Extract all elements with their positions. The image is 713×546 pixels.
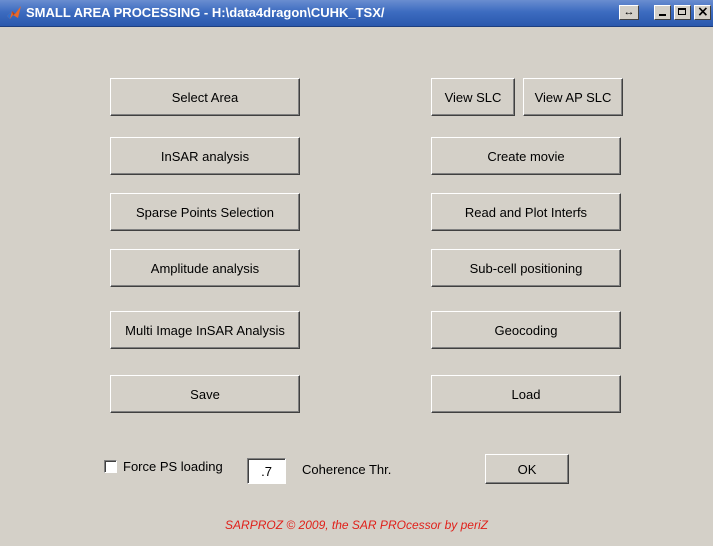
view-slc-button[interactable]: View SLC [431, 78, 515, 116]
multi-image-insar-button[interactable]: Multi Image InSAR Analysis [110, 311, 300, 349]
sub-cell-positioning-button[interactable]: Sub-cell positioning [431, 249, 621, 287]
footer-credit: SARPROZ © 2009, the SAR PROcessor by per… [225, 518, 488, 532]
main-window: SMALL AREA PROCESSING - H:\data4dragon\C… [0, 0, 713, 546]
read-plot-interfs-button[interactable]: Read and Plot Interfs [431, 193, 621, 231]
coherence-threshold-label: Coherence Thr. [302, 462, 392, 477]
force-ps-loading-label: Force PS loading [123, 459, 223, 474]
load-button[interactable]: Load [431, 375, 621, 413]
coherence-threshold-input[interactable] [247, 458, 286, 484]
close-button[interactable]: × [694, 4, 711, 20]
matlab-icon [7, 6, 21, 19]
amplitude-analysis-button[interactable]: Amplitude analysis [110, 249, 300, 287]
window-title: SMALL AREA PROCESSING - H:\data4dragon\C… [26, 5, 385, 20]
minimize-button[interactable] [654, 5, 671, 20]
geocoding-button[interactable]: Geocoding [431, 311, 621, 349]
select-area-button[interactable]: Select Area [110, 78, 300, 116]
view-ap-slc-button[interactable]: View AP SLC [523, 78, 623, 116]
force-ps-loading-checkbox[interactable] [104, 460, 117, 473]
ok-button[interactable]: OK [485, 454, 569, 484]
maximize-button[interactable] [674, 5, 691, 20]
title-bar[interactable]: SMALL AREA PROCESSING - H:\data4dragon\C… [0, 0, 713, 27]
dock-arrows-icon: ↔ [623, 6, 635, 18]
insar-analysis-button[interactable]: InSAR analysis [110, 137, 300, 175]
sparse-points-selection-button[interactable]: Sparse Points Selection [110, 193, 300, 231]
create-movie-button[interactable]: Create movie [431, 137, 621, 175]
dock-button[interactable]: ↔ [619, 5, 639, 20]
force-ps-loading-option[interactable]: Force PS loading [104, 459, 223, 474]
close-icon: × [697, 4, 709, 20]
save-button[interactable]: Save [110, 375, 300, 413]
